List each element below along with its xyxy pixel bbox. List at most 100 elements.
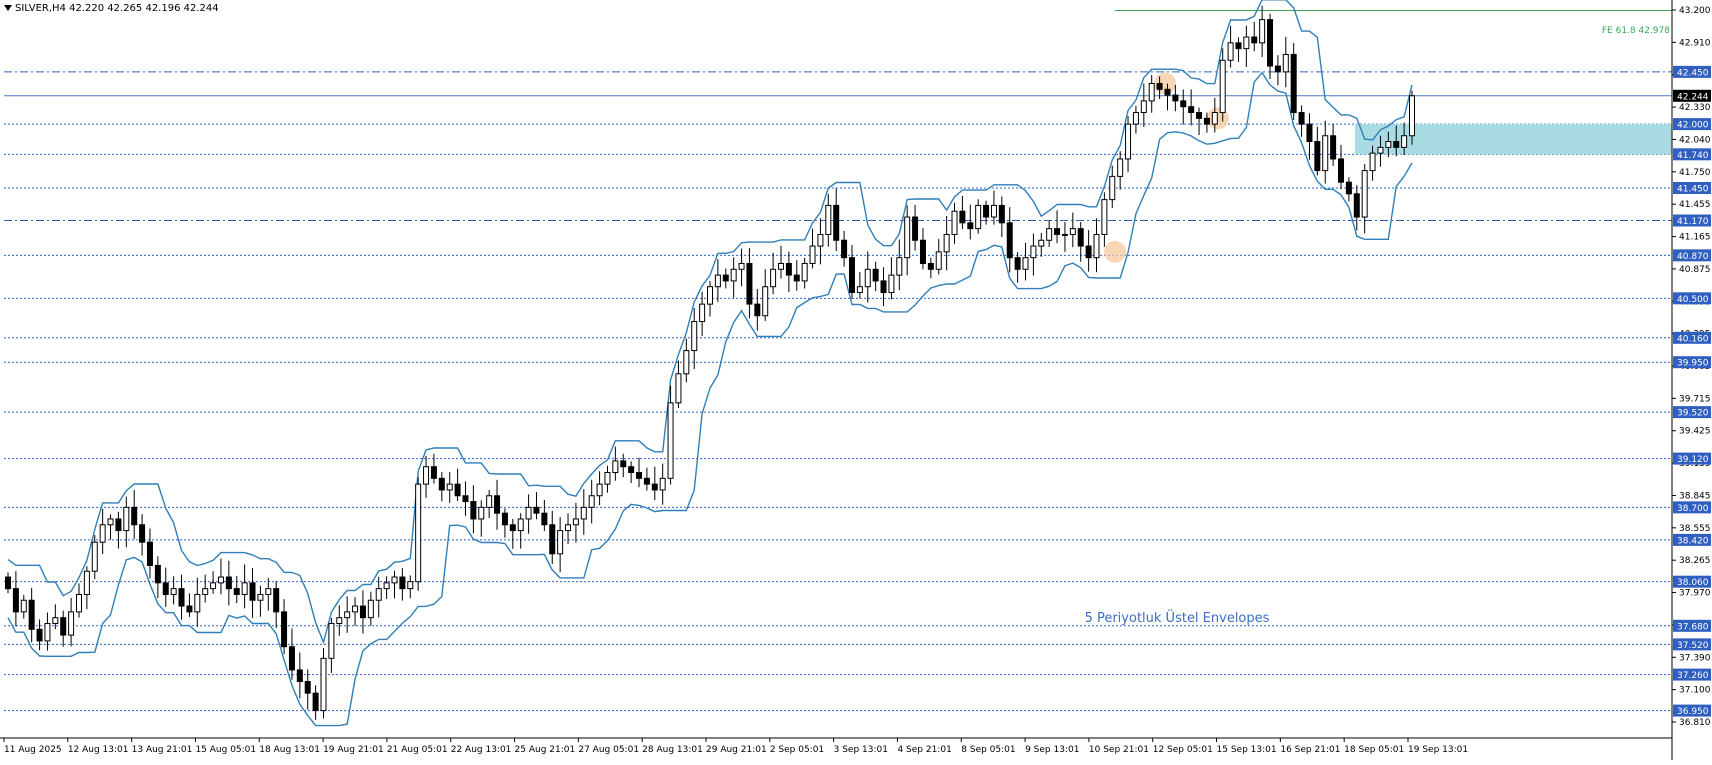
candle-body-bearish [399,576,406,590]
candle-body-bullish [864,268,871,288]
level-price-label: 42.000 [1677,121,1709,131]
candle-body-bullish [888,274,895,294]
candle-body-bullish [699,303,706,323]
candle-body-bullish [446,483,453,491]
symbol-header: SILVER,H4 42.220 42.265 42.196 42.244 [4,3,219,14]
candle-body-bullish [107,518,114,526]
candle-body-bullish [1101,199,1108,235]
candle-body-bearish [643,477,650,485]
time-tick-label: 16 Sep 21:01 [1280,745,1340,755]
price-tick-label: 37.100 [1679,686,1711,696]
price-tick-label: 42.330 [1679,103,1711,113]
candle-body-bearish [288,646,295,671]
price-tick-label: 38.845 [1679,491,1711,501]
candle-body-bearish [430,466,437,479]
candle-body-bearish [28,599,35,630]
candle-body-bearish [541,512,548,526]
candle-body-bearish [509,524,516,532]
candle-body-bullish [1259,19,1266,44]
candle-body-bullish [1022,257,1029,270]
candle-body-bearish [967,222,974,230]
level-price-label: 36.950 [1677,707,1709,717]
level-price-label: 40.500 [1677,295,1709,305]
candle-body-bullish [1038,239,1045,247]
candle-body-bullish [580,506,587,520]
price-chart[interactable]: 43.20042.91042.62042.33042.04041.75041.4… [0,0,1712,760]
candle-body-bearish [162,582,169,595]
candle-body-bullish [707,286,713,305]
candle-body-bearish [785,262,792,276]
time-tick-label: 19 Sep 13:01 [1408,745,1468,755]
candle-body-bearish [1164,88,1171,96]
candle-body-bullish [691,321,698,352]
time-tick-label: 29 Aug 21:01 [706,745,767,755]
time-tick-label: 3 Sep 13:01 [834,745,888,755]
price-tick-label: 40.875 [1679,265,1711,275]
candle-body-bullish [1401,135,1408,148]
candle-body-bullish [320,657,327,712]
candle-body-bullish [375,588,382,601]
candle-body-bullish [1227,42,1234,61]
candle-body-bearish [549,524,556,555]
candle-body-bullish [383,582,390,590]
candle-body-bullish [170,588,177,595]
candle[interactable] [415,476,422,591]
candle-body-bearish [438,477,445,491]
chart-area[interactable]: 43.20042.91042.62042.33042.04041.75041.4… [0,0,1712,760]
candle-body-bullish [525,506,532,520]
candle-body-bullish [1132,112,1139,125]
candle-body-bearish [60,617,67,636]
price-tick-label: 38.265 [1679,556,1711,566]
level-price-label: 38.700 [1677,504,1709,514]
candle-body-bearish [1338,158,1345,183]
candle[interactable] [320,648,327,719]
candle-body-bearish [233,588,240,595]
level-price-label: 40.160 [1677,334,1709,344]
candle-body-bullish [935,251,942,270]
candle-body-bearish [1188,106,1195,114]
time-tick-label: 18 Aug 13:01 [259,745,320,755]
collapse-triangle-icon[interactable] [4,5,12,11]
time-tick-label: 19 Aug 21:01 [323,745,384,755]
candle-body-bearish [1306,123,1313,143]
candle-body-bearish [1314,141,1321,172]
candle-body-bullish [565,524,572,532]
candle-body-bullish [336,617,343,624]
candle-body-bullish [265,588,272,595]
candle-body-bearish [1274,65,1281,73]
candle-body-bullish [52,617,59,624]
candle-body-bullish [943,233,950,253]
level-price-label: 39.950 [1677,359,1709,369]
time-tick-label: 11 Aug 2025 [4,745,62,755]
candle-body-bearish [1196,112,1203,119]
time-tick-label: 28 Aug 13:01 [642,745,703,755]
level-price-label: 40.870 [1677,252,1709,262]
candle-body-bearish [273,588,280,613]
candle-body-bullish [1282,53,1289,73]
highlight-circle [1104,240,1126,263]
candle-body-bullish [1219,59,1226,114]
candle-body-bearish [872,268,879,282]
candle-body-bullish [777,262,784,270]
candle-body-bearish [998,204,1005,224]
candle-body-bullish [352,605,359,613]
candle-body-bullish [423,466,430,485]
candle-body-bearish [139,524,146,543]
candle-body-bullish [123,506,130,532]
price-tick-label: 38.555 [1679,524,1711,534]
level-price-label: 41.170 [1677,217,1709,227]
candle-body-bearish [1393,141,1400,148]
price-tick-label: 39.715 [1679,394,1711,404]
candle-body-bullish [75,593,82,613]
candle[interactable] [1290,43,1297,120]
candle-body-bearish [1172,94,1179,102]
price-tick-label: 42.910 [1679,38,1711,48]
candle-body-bullish [1211,112,1218,125]
candle-body-bullish [667,402,674,479]
time-tick-label: 15 Sep 13:01 [1217,745,1277,755]
fib-level-label: FE 61.8 42.978 [1602,26,1670,36]
candle-body-bearish [225,576,232,590]
price-tick-label: 43.200 [1679,6,1711,16]
candle-body-bearish [249,582,256,601]
candle-body-bullish [904,216,911,259]
